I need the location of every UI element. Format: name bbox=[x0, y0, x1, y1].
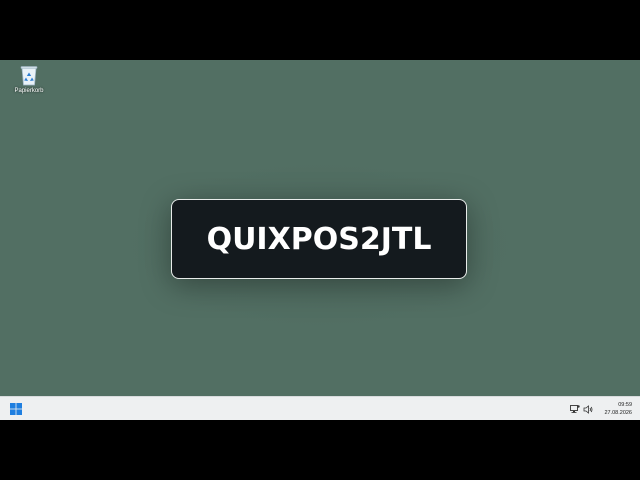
volume-icon[interactable] bbox=[583, 404, 593, 414]
desktop-icon-label: Papierkorb bbox=[14, 88, 44, 94]
start-button[interactable] bbox=[8, 401, 24, 417]
windows-logo-icon bbox=[10, 403, 22, 415]
system-tray: 09:59 27.08.2026 bbox=[570, 399, 632, 419]
desktop-icon-recycle-bin[interactable]: Papierkorb bbox=[8, 64, 50, 104]
letterbox-bottom bbox=[0, 420, 640, 480]
clock-date: 27.08.2026 bbox=[604, 410, 632, 416]
network-icon[interactable] bbox=[570, 404, 581, 414]
letterbox-top bbox=[0, 0, 640, 60]
recycle-bin-icon bbox=[20, 66, 38, 86]
code-text: QUIXPOS2JTL bbox=[206, 221, 432, 257]
code-overlay: QUIXPOS2JTL bbox=[171, 199, 467, 279]
taskbar: 09:59 27.08.2026 bbox=[0, 396, 640, 420]
clock-time: 09:59 bbox=[618, 402, 632, 408]
taskbar-clock[interactable]: 09:59 27.08.2026 bbox=[604, 401, 632, 417]
